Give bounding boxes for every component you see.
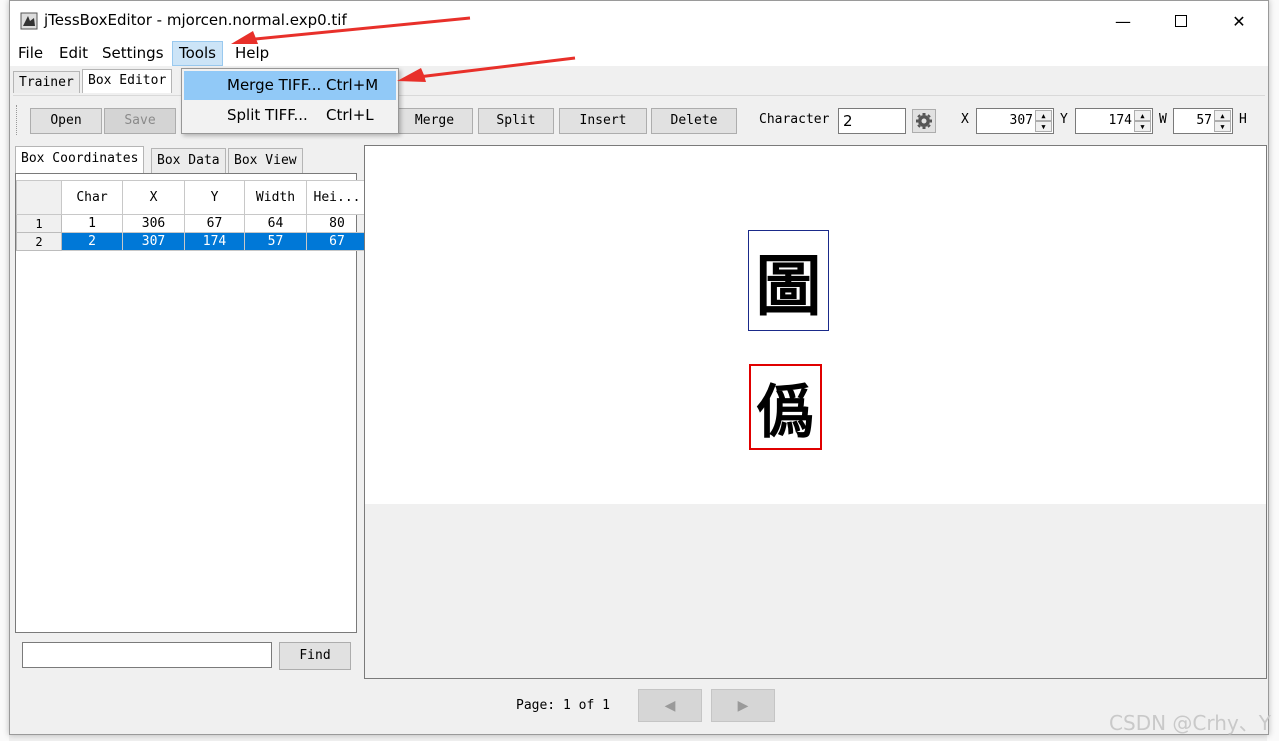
- annotation-arrows: [231, 16, 576, 82]
- watermark: CSDN @Crhy、Y: [1109, 711, 1271, 735]
